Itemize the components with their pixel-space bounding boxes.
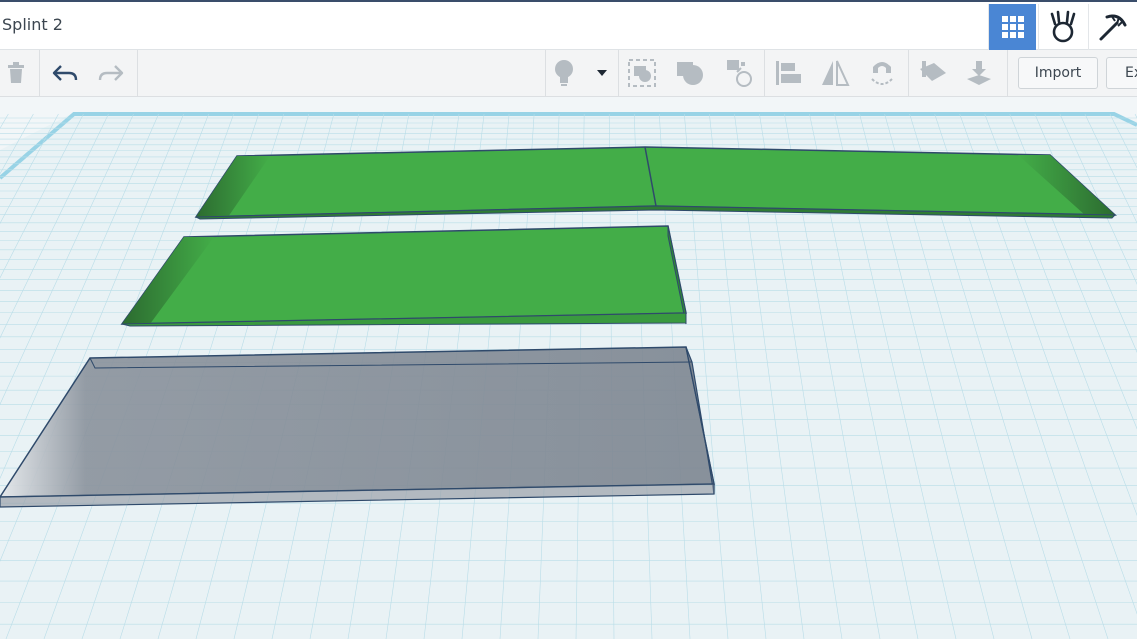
- grid-icon: [1001, 16, 1024, 38]
- light-bulb-icon: [555, 60, 573, 86]
- workplane-icon: [920, 61, 946, 81]
- magnet-icon: [871, 62, 893, 85]
- trash-icon: [8, 62, 24, 83]
- workplane-grid[interactable]: [0, 97, 1137, 639]
- design-title[interactable]: Splint 2: [2, 15, 63, 34]
- dropdown-arrow-icon: [597, 70, 607, 76]
- 3d-design-view-button[interactable]: [988, 4, 1036, 50]
- title-bar: Splint 2: [0, 0, 1137, 50]
- cruise-button[interactable]: [862, 50, 902, 96]
- delete-button[interactable]: [0, 50, 32, 96]
- short-green-ramp[interactable]: [120, 225, 687, 327]
- align-icon: [776, 61, 801, 85]
- hole-box[interactable]: [0, 346, 715, 508]
- ungroup-button[interactable]: [718, 50, 758, 96]
- notes-dropdown-button[interactable]: [590, 50, 614, 96]
- notes-tool-button[interactable]: [546, 50, 582, 96]
- bricks-view-button[interactable]: [1088, 4, 1136, 50]
- group-icon: [628, 59, 656, 87]
- long-green-ramp[interactable]: [194, 146, 1117, 220]
- ungroup-icon: [727, 60, 752, 87]
- drop-button[interactable]: [958, 50, 1000, 96]
- import-button[interactable]: Import: [1018, 57, 1098, 89]
- pickaxe-icon: [1099, 14, 1126, 41]
- codeblocks-view-button[interactable]: [1038, 4, 1086, 50]
- mirror-button[interactable]: [815, 50, 855, 96]
- export-button[interactable]: Ex: [1106, 57, 1137, 89]
- union-button[interactable]: [670, 50, 710, 96]
- workplane-viewport[interactable]: [0, 97, 1137, 639]
- union-shape-icon: [677, 62, 703, 85]
- mirror-icon: [822, 60, 850, 86]
- workplane-button[interactable]: [912, 50, 954, 96]
- redo-icon: [98, 65, 124, 81]
- undo-button[interactable]: [44, 50, 86, 96]
- undo-icon: [52, 65, 78, 81]
- align-button[interactable]: [768, 50, 808, 96]
- codeblocks-icon: [1050, 10, 1075, 43]
- redo-button[interactable]: [90, 50, 132, 96]
- drop-icon: [967, 61, 991, 85]
- group-button[interactable]: [623, 50, 661, 96]
- toolbar: Import Ex: [0, 50, 1137, 97]
